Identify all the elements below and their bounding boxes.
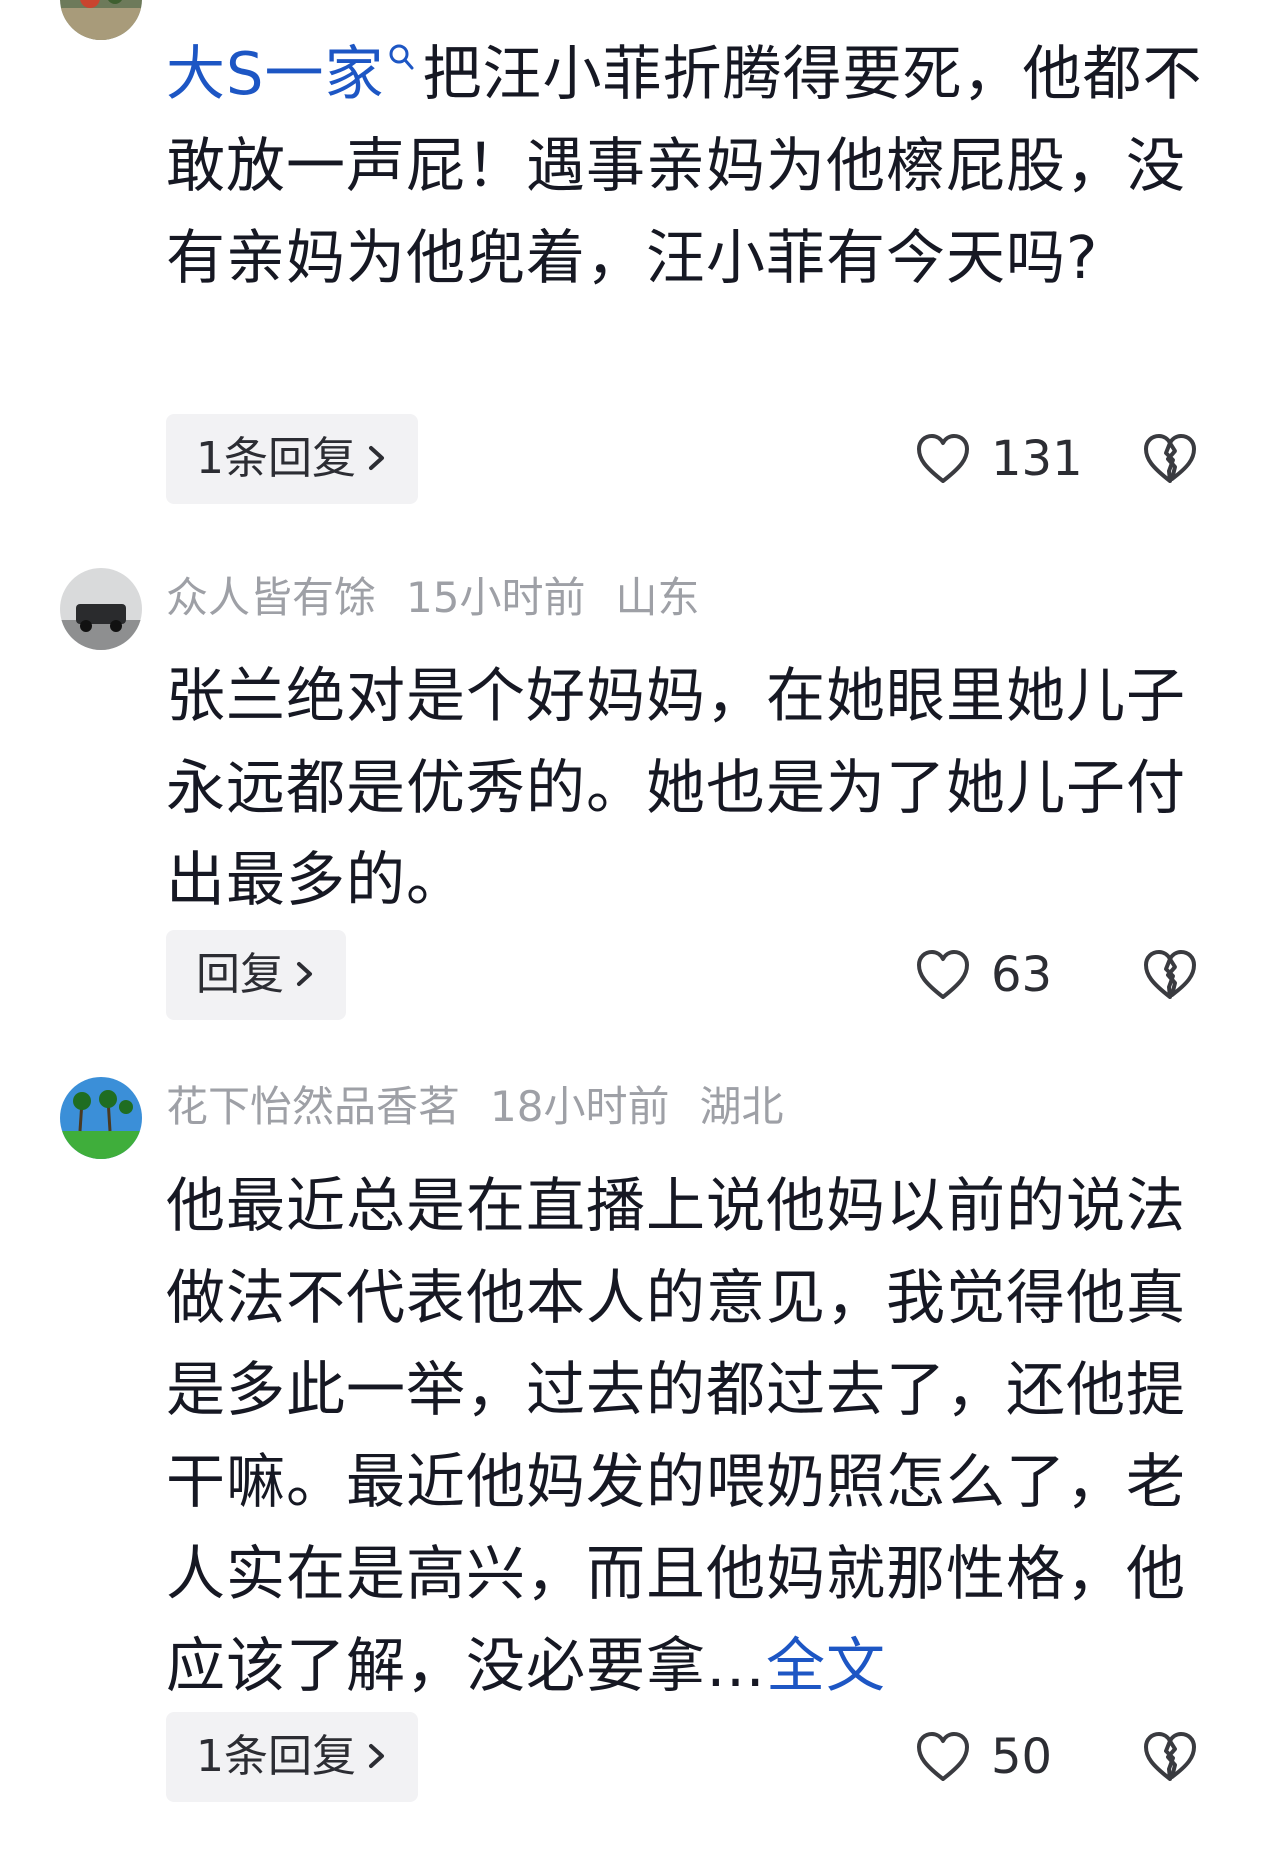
dislike-button[interactable] (1140, 414, 1200, 504)
location: 湖北 (699, 1082, 784, 1131)
reply-label: 1条回复 (196, 1731, 356, 1782)
username[interactable]: 众人皆有馀 (166, 573, 376, 622)
chevron-right-icon (294, 930, 316, 1020)
broken-heart-icon (1144, 434, 1196, 483)
broken-heart-icon (1144, 1732, 1196, 1781)
heart-outline-icon (917, 1732, 969, 1781)
like-button[interactable]: 63 (915, 930, 1052, 1020)
chevron-right-icon (366, 414, 388, 504)
like-count: 131 (991, 431, 1083, 487)
dislike-button[interactable] (1140, 1712, 1200, 1802)
avatar[interactable] (60, 568, 142, 650)
username[interactable]: 花下怡然品香茗 (166, 1082, 460, 1131)
broken-heart-icon (1144, 950, 1196, 999)
timestamp: 15小时前 (406, 573, 586, 622)
heart-outline-icon (917, 434, 969, 483)
comment-body: 他最近总是在直播上说他妈以前的说法做法不代表他本人的意见，我觉得他真是多此一举，… (166, 1171, 1187, 1700)
dislike-button[interactable] (1140, 930, 1200, 1020)
comment-meta: 众人皆有馀 15小时前 山东 (166, 563, 729, 633)
reply-label: 1条回复 (196, 433, 356, 484)
like-button[interactable]: 50 (915, 1712, 1052, 1802)
mention-link[interactable]: 大S一家 (166, 39, 384, 108)
like-count: 50 (991, 1729, 1053, 1785)
expand-full-text-link[interactable]: 全文 (766, 1631, 886, 1700)
comment-body: 张兰绝对是个好妈妈，在她眼里她儿子永远都是优秀的。她也是为了她儿子付出最多的。 (166, 661, 1187, 914)
comment-text: 大S一家 把汪小菲折腾得要死，他都不敢放一声屁！遇事亲妈为他檫屁股，没有亲妈为他兜… (166, 28, 1216, 304)
search-icon (389, 44, 414, 70)
timestamp: 18小时前 (490, 1082, 670, 1131)
avatar[interactable] (60, 0, 142, 40)
avatar[interactable] (60, 1077, 142, 1159)
reply-button[interactable]: 1条回复 (166, 1712, 418, 1802)
reply-button[interactable]: 回复 (166, 930, 346, 1020)
chevron-right-icon (366, 1712, 388, 1802)
like-count: 63 (991, 947, 1053, 1003)
heart-outline-icon (917, 950, 969, 999)
comment-text: 他最近总是在直播上说他妈以前的说法做法不代表他本人的意见，我觉得他真是多此一举，… (166, 1160, 1216, 1712)
reply-label: 回复 (196, 949, 284, 1000)
location: 山东 (615, 573, 700, 622)
comment-meta: 花下怡然品香茗 18小时前 湖北 (166, 1072, 813, 1142)
reply-button[interactable]: 1条回复 (166, 414, 418, 504)
like-button[interactable]: 131 (915, 414, 1083, 504)
